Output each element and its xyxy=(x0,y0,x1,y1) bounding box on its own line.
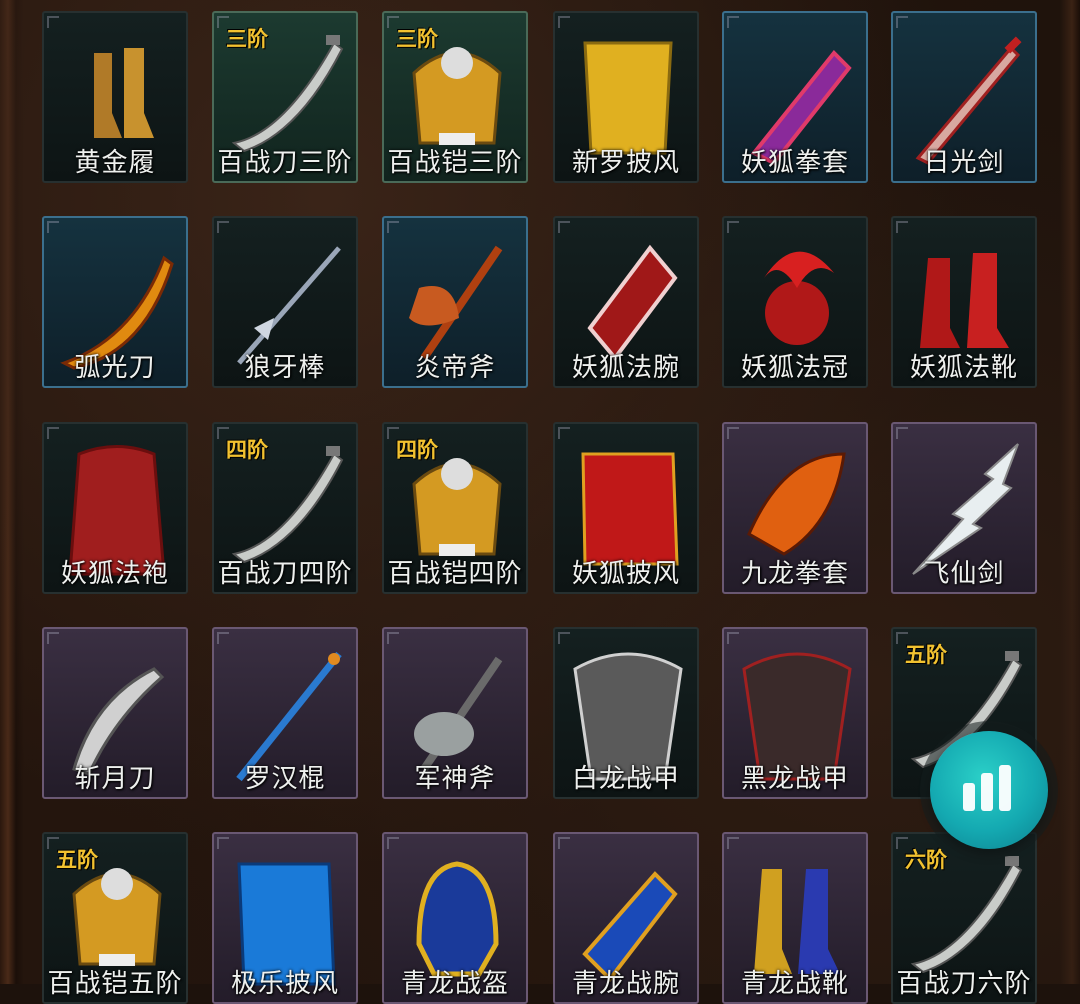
item-slot[interactable]: 黑龙战甲 xyxy=(722,627,868,799)
item-name: 军神斧 xyxy=(414,764,496,794)
item-name: 百战刀四阶 xyxy=(217,559,353,589)
item-slot[interactable]: 青龙战靴 xyxy=(722,832,868,1004)
item-slot[interactable]: 日光剑 xyxy=(891,11,1037,183)
item-name: 黄金履 xyxy=(74,148,156,178)
tier-badge: 四阶 xyxy=(396,438,438,462)
tier-badge: 四阶 xyxy=(226,438,268,462)
item-name: 妖狐法靴 xyxy=(909,353,1018,383)
item-name: 新罗披风 xyxy=(571,148,680,178)
item-name: 百战刀六阶 xyxy=(896,969,1032,999)
item-slot[interactable]: 白龙战甲 xyxy=(553,627,699,799)
item-name: 九龙拳套 xyxy=(740,559,849,589)
item-slot[interactable]: 四阶百战刀四阶 xyxy=(212,422,358,594)
item-slot[interactable]: 四阶百战铠四阶 xyxy=(382,422,528,594)
item-name: 罗汉棍 xyxy=(244,764,326,794)
tier-badge: 三阶 xyxy=(226,27,268,51)
item-name: 百战铠三阶 xyxy=(387,148,523,178)
item-name: 飞仙剑 xyxy=(923,559,1005,589)
item-slot[interactable]: 六阶百战刀六阶 xyxy=(891,832,1037,1004)
item-name: 妖狐拳套 xyxy=(740,148,849,178)
item-name: 狼牙棒 xyxy=(244,353,326,383)
item-name: 妖狐法腕 xyxy=(571,353,680,383)
item-slot[interactable]: 狼牙棒 xyxy=(212,216,358,388)
item-name: 青龙战盔 xyxy=(400,969,509,999)
item-slot[interactable]: 妖狐拳套 xyxy=(722,11,868,183)
item-slot[interactable]: 三阶百战铠三阶 xyxy=(382,11,528,183)
item-slot[interactable]: 妖狐法腕 xyxy=(553,216,699,388)
item-slot[interactable]: 斩月刀 xyxy=(42,627,188,799)
item-name: 白龙战甲 xyxy=(571,764,680,794)
item-slot[interactable]: 极乐披风 xyxy=(212,832,358,1004)
item-name: 青龙战腕 xyxy=(571,969,680,999)
item-slot[interactable]: 新罗披风 xyxy=(553,11,699,183)
stats-floating-button[interactable] xyxy=(930,731,1048,849)
item-name: 极乐披风 xyxy=(230,969,339,999)
item-slot[interactable]: 妖狐披风 xyxy=(553,422,699,594)
item-slot[interactable]: 五阶百战铠五阶 xyxy=(42,832,188,1004)
tier-badge: 三阶 xyxy=(396,27,438,51)
item-slot[interactable]: 妖狐法靴 xyxy=(891,216,1037,388)
item-slot[interactable]: 罗汉棍 xyxy=(212,627,358,799)
item-name: 妖狐披风 xyxy=(571,559,680,589)
tier-badge: 五阶 xyxy=(56,848,98,872)
item-slot[interactable]: 三阶百战刀三阶 xyxy=(212,11,358,183)
item-slot[interactable]: 弧光刀 xyxy=(42,216,188,388)
item-slot[interactable]: 妖狐法冠 xyxy=(722,216,868,388)
bar-chart-icon xyxy=(963,783,975,811)
bar-chart-icon-bar xyxy=(981,773,993,811)
item-name: 日光剑 xyxy=(923,148,1005,178)
item-slot[interactable]: 青龙战盔 xyxy=(382,832,528,1004)
item-name: 炎帝斧 xyxy=(414,353,496,383)
item-name: 黑龙战甲 xyxy=(740,764,849,794)
item-slot[interactable]: 青龙战腕 xyxy=(553,832,699,1004)
item-slot[interactable]: 炎帝斧 xyxy=(382,216,528,388)
item-name: 百战铠四阶 xyxy=(387,559,523,589)
item-name: 妖狐法袍 xyxy=(60,559,169,589)
tier-badge: 五阶 xyxy=(905,643,947,667)
bar-chart-icon-bar xyxy=(999,765,1011,811)
item-slot[interactable]: 飞仙剑 xyxy=(891,422,1037,594)
item-name: 斩月刀 xyxy=(74,764,156,794)
item-name: 百战刀三阶 xyxy=(217,148,353,178)
item-name: 弧光刀 xyxy=(74,353,156,383)
item-slot[interactable]: 黄金履 xyxy=(42,11,188,183)
item-name: 青龙战靴 xyxy=(740,969,849,999)
item-slot[interactable]: 军神斧 xyxy=(382,627,528,799)
item-slot[interactable]: 妖狐法袍 xyxy=(42,422,188,594)
tier-badge: 六阶 xyxy=(905,848,947,872)
item-name: 百战铠五阶 xyxy=(47,969,183,999)
item-name: 妖狐法冠 xyxy=(740,353,849,383)
item-slot[interactable]: 九龙拳套 xyxy=(722,422,868,594)
item-grid: 黄金履 三阶 百战刀三阶 三阶 百战铠三阶 新罗披风 妖狐拳套 日光剑 弧光刀 狼牙棒 炎帝斧 妖狐法… xyxy=(0,0,1080,1004)
